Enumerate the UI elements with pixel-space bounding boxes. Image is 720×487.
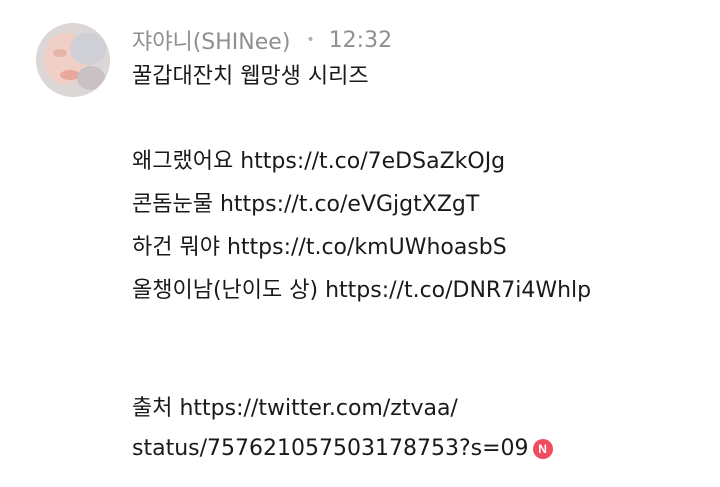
author-name[interactable]: 쟈야니(SHINee) xyxy=(132,24,290,56)
separator-dot: • xyxy=(306,32,315,48)
item-link[interactable]: https://t.co/7eDSaZkOJg xyxy=(240,149,505,174)
item-link[interactable]: https://t.co/DNR7i4Whlp xyxy=(325,278,591,303)
item-label: 콘돔눈물 xyxy=(132,192,213,217)
post-header: 쟈야니(SHINee) • 12:32 xyxy=(132,24,392,56)
list-item: 하건 뭐야 https://t.co/kmUWhoasbS xyxy=(132,231,591,274)
source-row: status/757621057503178753?s=09 N xyxy=(132,432,553,472)
item-link[interactable]: https://t.co/eVGjgtXZgT xyxy=(220,192,479,217)
post-title: 꿀갑대잔치 웹망생 시리즈 xyxy=(132,64,369,89)
item-label: 올챙이남(난이도 상) xyxy=(132,278,319,303)
list-item: 콘돔눈물 https://t.co/eVGjgtXZgT xyxy=(132,188,591,231)
item-label: 하건 뭐야 xyxy=(132,235,220,260)
list-item: 왜그랬어요 https://t.co/7eDSaZkOJg xyxy=(132,145,591,188)
item-label: 왜그랬어요 xyxy=(132,149,234,174)
avatar[interactable] xyxy=(36,23,110,97)
item-link[interactable]: https://t.co/kmUWhoasbS xyxy=(227,235,507,260)
source-label: 출처 xyxy=(132,396,173,421)
avatar-image xyxy=(36,23,110,97)
source-link[interactable]: https://twitter.com/ztvaa/ xyxy=(179,396,457,421)
source-row: 출처 https://twitter.com/ztvaa/ xyxy=(132,392,553,432)
source-link-continued[interactable]: status/757621057503178753?s=09 xyxy=(132,436,529,461)
source-block: 출처 https://twitter.com/ztvaa/ status/757… xyxy=(132,392,553,472)
new-badge-icon: N xyxy=(532,439,553,459)
post-card: 쟈야니(SHINee) • 12:32 꿀갑대잔치 웹망생 시리즈 왜그랬어요 … xyxy=(0,0,720,487)
post-time: 12:32 xyxy=(328,27,393,53)
link-list: 왜그랬어요 https://t.co/7eDSaZkOJg 콘돔눈물 https… xyxy=(132,145,591,317)
list-item: 올챙이남(난이도 상) https://t.co/DNR7i4Whlp xyxy=(132,274,591,317)
